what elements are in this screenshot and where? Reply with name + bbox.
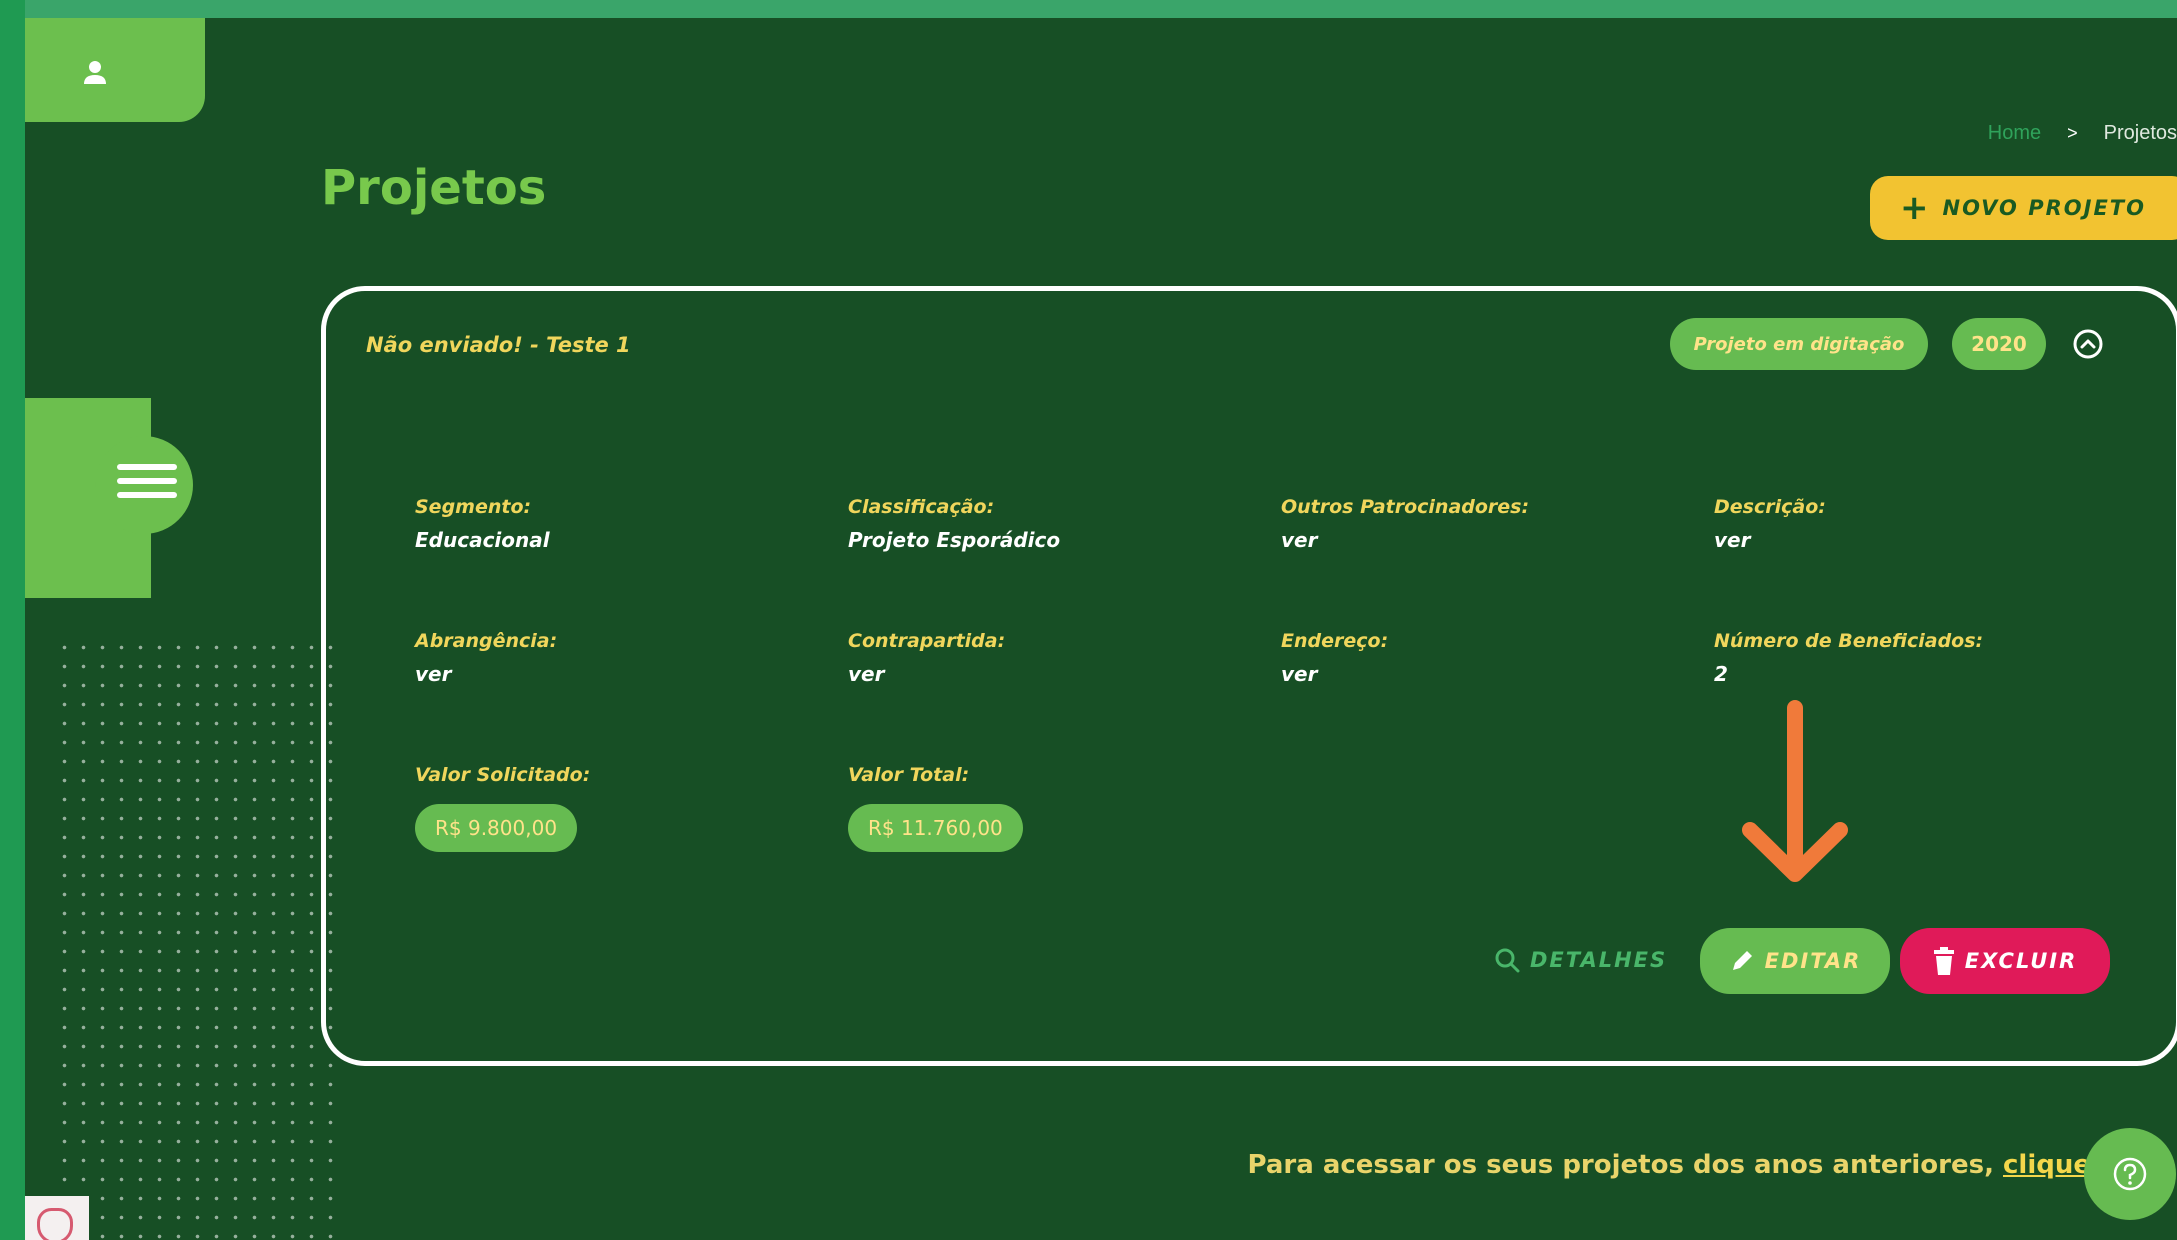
project-title: Não enviado! - Teste 1	[366, 333, 631, 357]
hamburger-icon[interactable]	[117, 464, 177, 506]
ver-link[interactable]: ver	[1281, 528, 1529, 552]
delete-button[interactable]: EXCLUIR	[1900, 928, 2110, 994]
field-label: Abrangência:	[415, 630, 558, 652]
help-button[interactable]	[2084, 1128, 2176, 1220]
amount-badge: R$ 11.760,00	[848, 804, 1023, 852]
pencil-icon	[1732, 951, 1752, 970]
field-descricao: Descrição: ver	[1714, 496, 1826, 552]
field-contrapartida: Contrapartida: ver	[848, 630, 1005, 686]
field-label: Descrição:	[1714, 496, 1826, 518]
app-logo	[25, 1196, 89, 1240]
trash-icon	[1933, 947, 1954, 975]
field-valor-solicitado: Valor Solicitado: R$ 9.800,00	[415, 764, 590, 852]
plus-icon: +	[1900, 188, 1931, 228]
field-endereco: Endereço: ver	[1281, 630, 1388, 686]
breadcrumb-separator-icon: >	[2067, 123, 2078, 143]
user-menu-button[interactable]	[25, 18, 205, 122]
chevron-up-circle-icon[interactable]	[2072, 328, 2104, 360]
field-classificacao: Classificação: Projeto Esporádico	[848, 496, 1060, 552]
details-label: DETALHES	[1530, 948, 1668, 972]
question-circle-icon	[2113, 1157, 2147, 1191]
field-beneficiados: Número de Beneficiados: 2	[1714, 630, 1983, 686]
field-segmento: Segmento: Educacional	[415, 496, 550, 552]
outer-frame-top	[0, 0, 2177, 18]
field-value: 2	[1714, 662, 1728, 686]
previous-years-link[interactable]: clique	[2003, 1150, 2091, 1180]
page-title: Projetos	[321, 160, 547, 216]
year-badge: 2020	[1952, 318, 2046, 370]
breadcrumb: Home > Projetos	[1988, 122, 2177, 145]
field-label: Número de Beneficiados:	[1714, 630, 1984, 652]
field-label: Classificação:	[848, 496, 995, 518]
ver-link[interactable]: ver	[415, 662, 557, 686]
field-value: Educacional	[415, 528, 550, 552]
edit-button[interactable]: EDITAR	[1700, 928, 1890, 994]
decorative-dot-grid	[55, 638, 345, 1240]
field-value: Projeto Esporádico	[848, 528, 1061, 552]
annotation-arrow-icon	[1742, 700, 1848, 882]
breadcrumb-current: Projetos	[2103, 122, 2177, 144]
ver-link[interactable]: ver	[848, 662, 1005, 686]
status-badge: Projeto em digitação	[1670, 318, 1928, 370]
field-label: Contrapartida:	[848, 630, 1006, 652]
outer-frame-left	[0, 0, 25, 1240]
ver-link[interactable]: ver	[1714, 528, 1826, 552]
field-valor-total: Valor Total: R$ 11.760,00	[848, 764, 1023, 852]
breadcrumb-home-link[interactable]: Home	[1988, 122, 2041, 145]
logo-icon	[37, 1208, 73, 1240]
field-label: Outros Patrocinadores:	[1281, 496, 1530, 518]
new-project-button[interactable]: + NOVO PROJETO	[1870, 176, 2177, 240]
details-button[interactable]: DETALHES	[1494, 938, 1667, 982]
amount-badge: R$ 9.800,00	[415, 804, 578, 852]
field-label: Segmento:	[415, 496, 532, 518]
new-project-label: NOVO PROJETO	[1942, 196, 2146, 220]
ver-link[interactable]: ver	[1281, 662, 1388, 686]
field-outros-patrocinadores: Outros Patrocinadores: ver	[1281, 496, 1529, 552]
field-label: Valor Solicitado:	[415, 764, 591, 786]
search-icon	[1495, 948, 1520, 973]
delete-label: EXCLUIR	[1964, 949, 2078, 973]
previous-years-text: Para acessar os seus projetos dos anos a…	[1247, 1150, 2003, 1180]
user-icon	[84, 61, 106, 84]
previous-years-note: Para acessar os seus projetos dos anos a…	[1248, 1150, 2092, 1180]
field-label: Endereço:	[1281, 630, 1389, 652]
edit-label: EDITAR	[1764, 949, 1862, 973]
field-abrangencia: Abrangência: ver	[415, 630, 557, 686]
field-label: Valor Total:	[848, 764, 970, 786]
